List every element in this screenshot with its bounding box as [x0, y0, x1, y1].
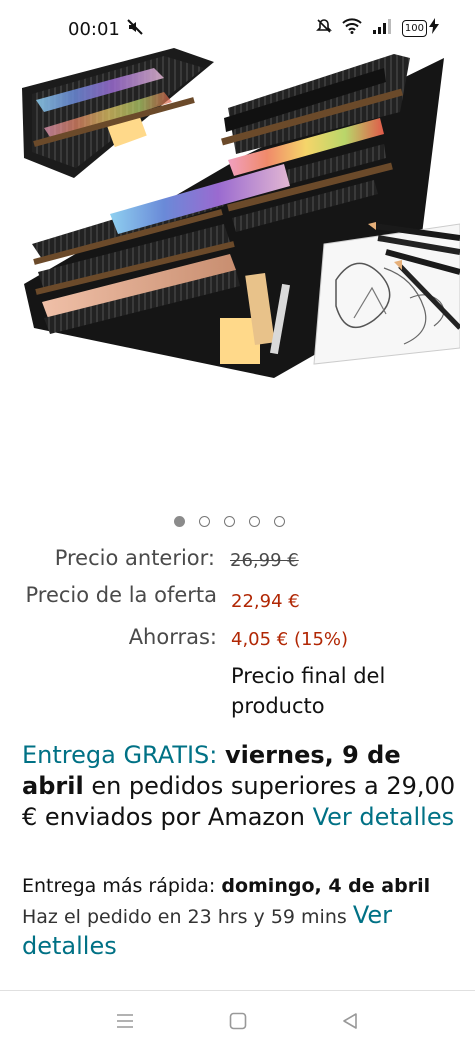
back-icon[interactable] — [340, 1011, 360, 1035]
system-nav-bar — [0, 991, 475, 1056]
mute-icon — [126, 18, 144, 40]
savings-value: 4,05 € (15%) — [231, 629, 349, 650]
free-delivery-label: Entrega GRATIS: — [22, 741, 218, 769]
wifi-icon — [342, 18, 362, 38]
delivery-info: Entrega GRATIS: viernes, 9 de abril en p… — [22, 740, 462, 833]
carousel-dot[interactable] — [174, 516, 185, 527]
final-price-note: Precio final del producto — [231, 664, 386, 718]
previous-price-value: 26,99 € — [230, 550, 299, 571]
menu-icon[interactable] — [115, 1011, 135, 1035]
charging-icon — [429, 18, 439, 38]
alarm-off-icon — [315, 18, 332, 38]
signal-icon — [372, 18, 392, 38]
offer-price-value: 22,94 € — [231, 591, 300, 612]
carousel-dot[interactable] — [249, 516, 260, 527]
battery-icon: 100 — [401, 19, 427, 37]
fast-delivery-info: Entrega más rápida: domingo, 4 de abril … — [22, 872, 462, 963]
delivery-details-link[interactable]: Ver detalles — [313, 803, 455, 831]
status-time: 00:01 — [68, 19, 120, 40]
home-icon[interactable] — [228, 1011, 248, 1035]
previous-price-label: Precio anterior: — [54, 546, 215, 570]
carousel-dots — [174, 516, 285, 527]
carousel-dot[interactable] — [224, 516, 235, 527]
status-bar: 00:01 100 — [0, 0, 475, 48]
fast-delivery-date: domingo, 4 de abril — [221, 875, 431, 897]
carousel-dot[interactable] — [199, 516, 210, 527]
product-image[interactable] — [14, 48, 460, 410]
savings-label: Ahorras: — [128, 625, 217, 649]
carousel-dot[interactable] — [274, 516, 285, 527]
offer-price-label: Precio de la oferta — [25, 583, 218, 607]
fast-delivery-label: Entrega más rápida: — [22, 875, 216, 897]
order-countdown: Haz el pedido en 23 hrs y 59 mins — [22, 906, 347, 928]
